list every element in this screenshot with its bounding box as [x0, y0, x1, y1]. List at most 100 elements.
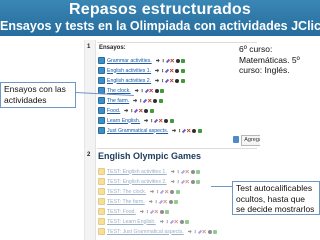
move-icon[interactable] — [177, 179, 179, 184]
activity-link[interactable]: The farm. — [107, 98, 129, 104]
delete-icon[interactable] — [154, 209, 159, 214]
group-mode-icon[interactable] — [196, 169, 201, 174]
group-mode-icon[interactable] — [149, 108, 154, 113]
group-mode-icon[interactable] — [180, 68, 185, 73]
add-resource-select[interactable]: Agregar — [241, 135, 260, 146]
hidden-test-item[interactable]: TEST: Learn English. — [98, 217, 190, 226]
indent-arrow-icon[interactable] — [170, 169, 175, 174]
edit-icon[interactable] — [144, 88, 149, 93]
activity-item[interactable]: Just Grammatical aspects. — [98, 126, 202, 135]
edit-icon[interactable] — [149, 209, 154, 214]
move-icon[interactable] — [178, 128, 181, 133]
indent-arrow-icon[interactable] — [124, 108, 129, 113]
group-mode-icon[interactable] — [175, 189, 180, 194]
indent-arrow-icon[interactable] — [134, 88, 139, 93]
group-mode-icon[interactable] — [196, 179, 201, 184]
delete-icon[interactable] — [158, 118, 163, 123]
delete-icon[interactable] — [186, 128, 191, 133]
activity-item[interactable]: Food. — [98, 106, 154, 115]
delete-icon[interactable] — [185, 169, 190, 174]
move-icon[interactable] — [155, 199, 157, 204]
hidden-test-item[interactable]: TEST: Just Grammatical aspects. — [98, 227, 218, 236]
move-icon[interactable] — [161, 68, 164, 73]
move-icon[interactable] — [162, 58, 164, 63]
edit-icon[interactable] — [154, 118, 159, 123]
indent-arrow-icon[interactable] — [159, 219, 164, 224]
visibility-eye-icon[interactable] — [175, 58, 180, 63]
activity-link[interactable]: Grammar activities. — [107, 58, 152, 64]
edit-icon[interactable] — [197, 229, 202, 234]
test-link[interactable]: TEST: The clock. — [107, 189, 146, 195]
move-icon[interactable] — [177, 169, 179, 174]
activity-link[interactable]: English activities 1. — [107, 68, 151, 74]
indent-arrow-icon[interactable] — [172, 128, 177, 133]
hidden-eye-icon[interactable] — [179, 219, 184, 224]
move-icon[interactable] — [161, 78, 164, 83]
hidden-eye-icon[interactable] — [190, 169, 195, 174]
indent-arrow-icon[interactable] — [148, 199, 153, 204]
delete-icon[interactable] — [202, 229, 207, 234]
indent-arrow-icon[interactable] — [139, 209, 144, 214]
activity-link[interactable]: Learn English. — [107, 118, 140, 124]
hidden-eye-icon[interactable] — [159, 209, 164, 214]
activity-link[interactable]: The clock. — [107, 88, 131, 94]
visibility-eye-icon[interactable] — [153, 98, 158, 103]
indent-arrow-icon[interactable] — [144, 118, 149, 123]
group-mode-icon[interactable] — [185, 219, 190, 224]
edit-icon[interactable] — [180, 179, 185, 184]
indent-arrow-icon[interactable] — [133, 98, 138, 103]
test-link[interactable]: TEST: Learn English. — [107, 219, 156, 225]
hidden-eye-icon[interactable] — [170, 189, 175, 194]
delete-icon[interactable] — [138, 108, 143, 113]
delete-icon[interactable] — [149, 88, 154, 93]
visibility-eye-icon[interactable] — [144, 108, 149, 113]
activity-link[interactable]: Just Grammatical aspects. — [107, 128, 168, 134]
move-icon[interactable] — [141, 88, 143, 93]
activity-item[interactable]: The farm. — [98, 96, 163, 105]
edit-icon[interactable] — [165, 78, 170, 83]
hidden-test-item[interactable]: TEST: The clock. — [98, 187, 180, 196]
hidden-test-item[interactable]: TEST: The farm. — [98, 197, 179, 206]
add-resource-icon[interactable] — [233, 136, 239, 143]
visibility-eye-icon[interactable] — [164, 118, 169, 123]
activity-item[interactable]: Learn English. — [98, 116, 174, 125]
delete-icon[interactable] — [169, 78, 174, 83]
hidden-test-item[interactable]: TEST: English activities 2. — [98, 177, 201, 186]
test-link[interactable]: TEST: Just Grammatical aspects. — [107, 229, 184, 235]
delete-icon[interactable] — [170, 58, 175, 63]
edit-icon[interactable] — [182, 128, 187, 133]
group-mode-icon[interactable] — [165, 209, 170, 214]
test-link[interactable]: TEST: The farm. — [107, 199, 145, 205]
test-link[interactable]: TEST: Food. — [107, 209, 136, 215]
indent-arrow-icon[interactable] — [155, 78, 160, 83]
group-mode-icon[interactable] — [174, 199, 179, 204]
indent-arrow-icon[interactable] — [155, 58, 160, 63]
test-link[interactable]: TEST: English activities 2. — [107, 179, 167, 185]
group-mode-icon[interactable] — [160, 88, 165, 93]
group-mode-icon[interactable] — [213, 229, 218, 234]
delete-icon[interactable] — [169, 68, 174, 73]
indent-arrow-icon[interactable] — [187, 229, 192, 234]
edit-icon[interactable] — [180, 169, 185, 174]
indent-arrow-icon[interactable] — [155, 68, 160, 73]
delete-icon[interactable] — [164, 189, 169, 194]
activity-link[interactable]: English activities 2. — [107, 78, 151, 84]
edit-icon[interactable] — [134, 108, 139, 113]
edit-icon[interactable] — [165, 58, 170, 63]
delete-icon[interactable] — [185, 179, 190, 184]
visibility-eye-icon[interactable] — [154, 88, 159, 93]
visibility-eye-icon[interactable] — [192, 128, 197, 133]
activity-item[interactable]: Grammar activities. — [98, 56, 186, 65]
hidden-test-item[interactable]: TEST: Food. — [98, 207, 170, 216]
test-link[interactable]: TEST: English activities 1. — [107, 169, 167, 175]
activity-item[interactable]: English activities 1. — [98, 66, 185, 75]
edit-icon[interactable] — [160, 189, 165, 194]
hidden-test-item[interactable]: TEST: English activities 1. — [98, 167, 201, 176]
edit-icon[interactable] — [143, 98, 148, 103]
indent-arrow-icon[interactable] — [150, 189, 155, 194]
group-mode-icon[interactable] — [180, 78, 185, 83]
edit-icon[interactable] — [158, 199, 163, 204]
delete-icon[interactable] — [174, 219, 179, 224]
edit-icon[interactable] — [169, 219, 174, 224]
move-icon[interactable] — [146, 209, 149, 214]
